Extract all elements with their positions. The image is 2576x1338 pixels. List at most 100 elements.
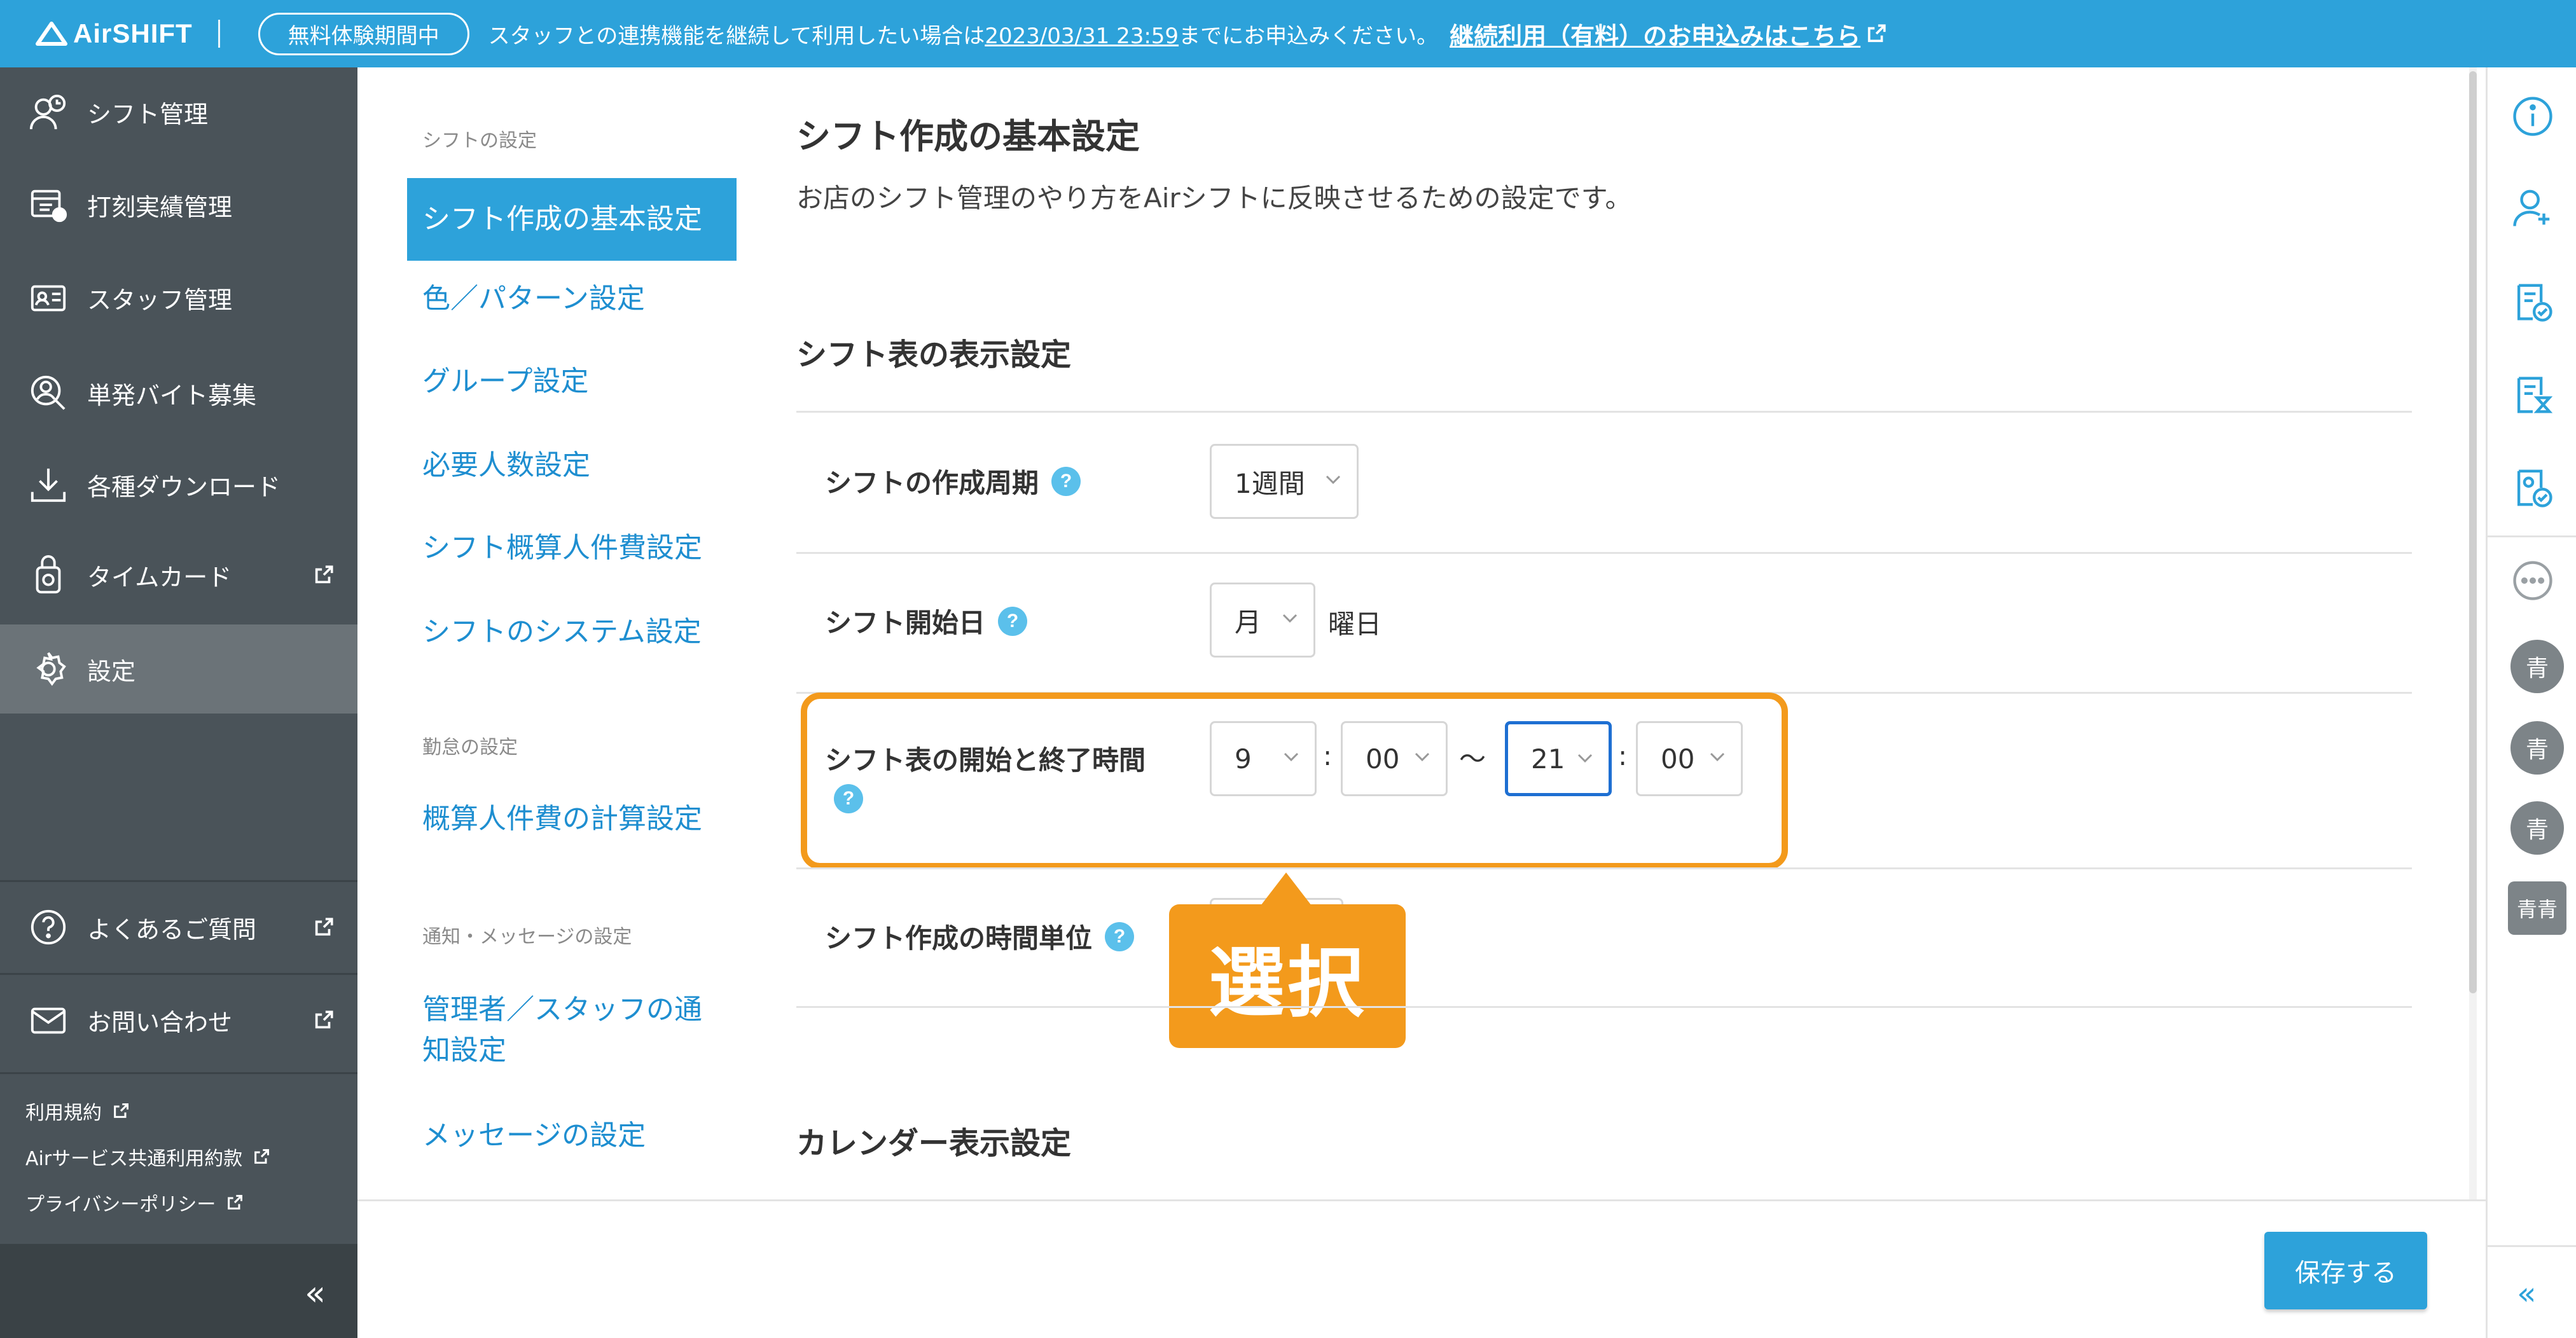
select-callout: 選択: [1169, 904, 1406, 1048]
sidebar-item-label: 単発バイト募集: [87, 381, 257, 410]
settings-subnav: シフトの設定 シフト作成の基本設定 色／パターン設定 グループ設定 必要人数設定…: [357, 67, 752, 1199]
sidebar-item-label: シフト管理: [87, 100, 209, 128]
external-link-icon: [228, 1194, 243, 1210]
toolbar-collapse-button[interactable]: «: [2488, 1245, 2576, 1338]
sidebar-item-label: お問い合わせ: [87, 1008, 233, 1037]
logo-mark-icon: [36, 22, 67, 46]
add-user-icon[interactable]: [2510, 186, 2555, 230]
banner-message-prefix: スタッフとの連携機能を継続して利用したい場合は: [488, 23, 985, 49]
cycle-select[interactable]: 1週間: [1210, 444, 1359, 519]
chevron-double-left-icon: «: [2517, 1275, 2537, 1312]
shift-icon: [29, 94, 66, 130]
help-icon[interactable]: ?: [1051, 466, 1081, 496]
sidebar-divider: [0, 1072, 357, 1074]
common-terms-label: Airサービス共通利用約款: [25, 1148, 243, 1170]
trial-badge: 無料体験期間中: [258, 12, 469, 55]
divider: [796, 1006, 2412, 1008]
chevron-double-left-icon: «: [304, 1273, 326, 1313]
sidebar-item-label: タイムカード: [87, 563, 232, 591]
privacy-link[interactable]: プライバシーポリシー: [25, 1180, 270, 1225]
divider: [796, 411, 2412, 413]
callout-pointer: [1261, 872, 1312, 906]
sidebar-item-label: 打刻実績管理: [87, 193, 233, 221]
subnav-heading-shift: シフトの設定: [422, 130, 537, 152]
continue-subscription-link[interactable]: 継続利用（有料）のお申込みはこちら: [1450, 17, 1887, 52]
terms-link[interactable]: 利用規約: [25, 1088, 270, 1134]
cycle-value: 1週間: [1235, 467, 1305, 499]
cycle-label: シフトの作成周期 ?: [825, 462, 1081, 500]
divider: [796, 867, 2412, 869]
time-unit-label: シフト作成の時間単位 ?: [825, 917, 1135, 956]
sidebar-item-download[interactable]: 各種ダウンロード: [0, 440, 357, 529]
subnav-item-labor-cost[interactable]: シフト概算人件費設定: [407, 528, 737, 569]
external-link-icon: [1867, 24, 1886, 43]
page-description: お店のシフト管理のやり方をAirシフトに反映させるための設定です。: [796, 183, 1632, 214]
sidebar-item-contact[interactable]: お問い合わせ: [0, 976, 357, 1065]
chat-icon[interactable]: [2510, 558, 2555, 603]
subnav-item-system[interactable]: シフトのシステム設定: [407, 612, 737, 652]
avatar[interactable]: 青: [2510, 721, 2564, 775]
sidebar-item-settings[interactable]: 設定: [0, 624, 357, 714]
sidebar-item-label: スタッフ管理: [87, 286, 233, 314]
help-icon[interactable]: ?: [998, 606, 1028, 636]
startday-select[interactable]: 月: [1210, 583, 1315, 658]
avatar[interactable]: 青: [2510, 801, 2564, 855]
sidebar-collapse-button[interactable]: «: [0, 1244, 357, 1338]
terms-label: 利用規約: [25, 1102, 102, 1124]
external-link-icon: [315, 565, 333, 584]
subnav-item-color-pattern[interactable]: 色／パターン設定: [407, 279, 737, 319]
startday-label-text: シフト開始日: [825, 607, 986, 638]
sidebar-item-timesheet[interactable]: 打刻実績管理: [0, 160, 357, 249]
main-content: シフト作成の基本設定 お店のシフト管理のやり方をAirシフトに反映させるための設…: [752, 67, 2477, 1266]
timesheet-icon: [31, 190, 67, 223]
external-link-icon: [315, 1010, 333, 1029]
shift-hourglass-icon[interactable]: [2510, 373, 2555, 417]
subnav-item-group[interactable]: グループ設定: [407, 361, 737, 402]
info-icon[interactable]: [2510, 94, 2555, 139]
sidebar-divider: [0, 973, 357, 975]
sidebar-divider: [0, 880, 357, 882]
external-link-icon: [315, 918, 333, 936]
gear-icon: [36, 652, 66, 686]
logo-text: AirSHIFT: [73, 18, 193, 48]
subnav-heading-attendance: 勤怠の設定: [422, 736, 518, 759]
page-title: シフト作成の基本設定: [796, 116, 1140, 156]
shift-request-icon[interactable]: [2510, 280, 2555, 324]
sidebar-item-timecard[interactable]: タイムカード: [0, 530, 357, 619]
continue-subscription-label: 継続利用（有料）のお申込みはこちら: [1450, 22, 1861, 50]
sidebar-item-staff[interactable]: スタッフ管理: [0, 253, 357, 342]
legal-links: 利用規約 Airサービス共通利用約款 プライバシーポリシー: [25, 1088, 270, 1225]
common-terms-link[interactable]: Airサービス共通利用約款: [25, 1134, 270, 1180]
avatar[interactable]: 青: [2510, 640, 2564, 693]
subnav-item-notification[interactable]: 管理者／スタッフの通 知設定: [407, 990, 737, 1071]
sidebar-item-faq[interactable]: よくあるご質問: [0, 883, 357, 972]
shift-check-icon[interactable]: [2510, 466, 2555, 510]
staff-card-icon: [31, 285, 66, 312]
external-link-icon: [254, 1148, 270, 1164]
divider: [796, 552, 2412, 554]
chevron-down-icon: [1282, 614, 1298, 623]
scrollbar-thumb[interactable]: [2469, 71, 2477, 993]
sidebar-item-recruit[interactable]: 単発バイト募集: [0, 348, 357, 438]
sidebar-item-shift[interactable]: シフト管理: [0, 67, 357, 156]
section-title-display: シフト表の表示設定: [796, 337, 1072, 373]
avatar[interactable]: 青青: [2508, 881, 2566, 935]
subnav-item-message[interactable]: メッセージの設定: [407, 1115, 737, 1156]
banner-message: スタッフとの連携機能を継続して利用したい場合は2023/03/31 23:59ま…: [488, 18, 1438, 50]
download-icon: [31, 468, 66, 502]
app-logo[interactable]: AirSHIFT: [35, 18, 193, 49]
recruit-icon: [31, 375, 66, 410]
subnav-item-notification-line1: 管理者／スタッフの通: [422, 993, 702, 1026]
external-link-icon: [114, 1103, 129, 1118]
save-button[interactable]: 保存する: [2264, 1232, 2427, 1309]
help-icon[interactable]: ?: [1105, 921, 1135, 951]
right-toolbar: 青 青 青 青青 «: [2486, 67, 2576, 1338]
startday-label: シフト開始日 ?: [825, 602, 1028, 640]
banner-deadline: 2023/03/31 23:59: [985, 23, 1179, 49]
subnav-item-basic[interactable]: シフト作成の基本設定: [407, 178, 737, 261]
subnav-item-cost-calc[interactable]: 概算人件費の計算設定: [407, 799, 737, 839]
subnav-heading-notification: 通知・メッセージの設定: [422, 926, 632, 948]
subnav-item-required-staff[interactable]: 必要人数設定: [407, 445, 737, 486]
privacy-label: プライバシーポリシー: [25, 1194, 216, 1216]
footer-bar: 保存する: [357, 1199, 2486, 1338]
